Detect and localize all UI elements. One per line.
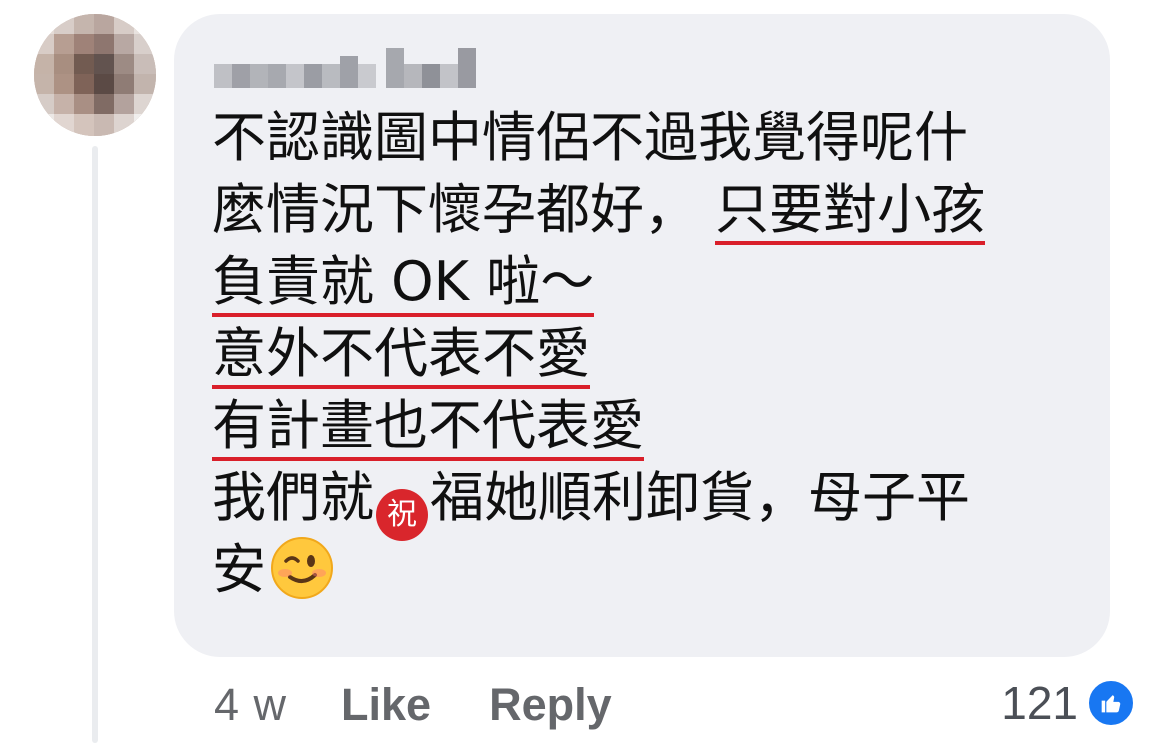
comment-line-5: 有計畫也不代表愛 (212, 390, 1082, 462)
comment-line-1: 不認識圖中情侶不過我覺得呢什 (212, 102, 1082, 174)
comment-text: 不認識圖中情侶不過我覺得呢什 麼情況下懷孕都好， 只要對小孩 負責就 OK 啦～… (212, 102, 1082, 606)
comment-line-6: 我們就祝福她順利卸貨，母子平 (212, 462, 1082, 541)
comment-thread-line (92, 146, 98, 743)
winking-face-emoji-icon (270, 536, 334, 600)
comment-line-1-text: 不認識圖中情侶不過我覺得呢什 (212, 106, 968, 169)
comment-line-2: 麼情況下懷孕都好， 只要對小孩 (212, 174, 1082, 246)
like-button[interactable]: Like (341, 679, 431, 731)
reaction-summary[interactable]: 121 (1001, 675, 1136, 731)
comment-line-4: 意外不代表不愛 (212, 318, 1082, 390)
underlined-highlight: 有計畫也不代表愛 (212, 394, 644, 461)
comment-line-7-text: 安 (212, 538, 266, 601)
comment-bubble: 不認識圖中情侶不過我覺得呢什 麼情況下懷孕都好， 只要對小孩 負責就 OK 啦～… (174, 14, 1110, 657)
reply-button[interactable]: Reply (489, 679, 612, 731)
author-name-pixelated[interactable] (214, 48, 482, 92)
comment-line-3: 負責就 OK 啦～ (212, 246, 1082, 318)
reaction-count: 121 (1001, 677, 1078, 729)
underlined-highlight: 負責就 OK 啦～ (212, 250, 595, 317)
comment-line-2-plain: 麼情況下懷孕都好， (212, 178, 698, 241)
comment-line-6-after-emoji: 福她順利卸貨，母子平 (430, 466, 970, 529)
thumbs-up-icon (1086, 678, 1136, 728)
comment-actions: 4 w Like Reply (214, 678, 670, 732)
comment-timestamp[interactable]: 4 w (214, 679, 287, 731)
blessing-emoji-icon: 祝 (376, 489, 428, 541)
pixelated-avatar-image (34, 14, 156, 136)
underlined-highlight: 意外不代表不愛 (212, 322, 590, 389)
comment-line-6-before-emoji: 我們就 (212, 466, 374, 529)
avatar[interactable] (34, 14, 156, 136)
comment-line-7: 安 (212, 534, 1082, 606)
pixelated-author-name-image (214, 48, 476, 88)
underlined-highlight: 只要對小孩 (715, 178, 986, 245)
